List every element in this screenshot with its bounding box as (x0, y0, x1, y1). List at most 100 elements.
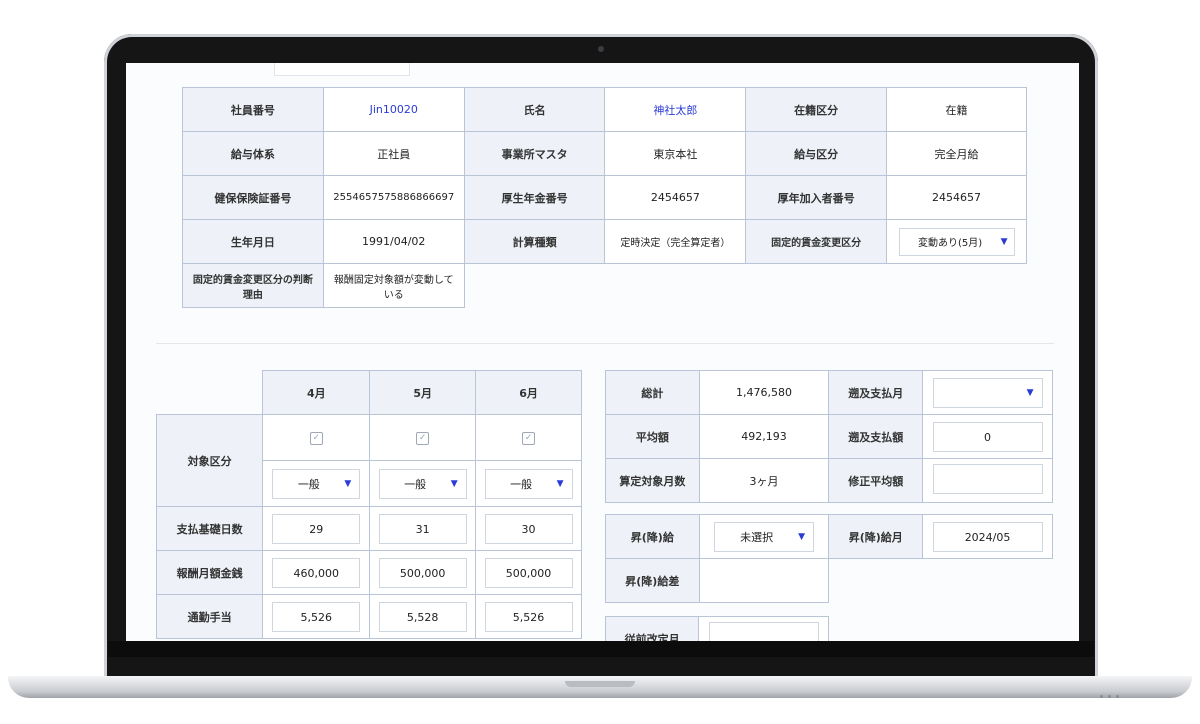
table-row: 4月 5月 6月 (157, 370, 582, 415)
wage-change-select[interactable]: 変動あり(5月) ▼ (898, 227, 1015, 256)
salary-system-value: 正社員 (322, 131, 465, 176)
commute-allowance-input[interactable]: 5,528 (378, 601, 467, 632)
laptop-base (8, 676, 1192, 698)
office-master-label: 事業所マスタ (463, 131, 606, 176)
total-value: 1,476,580 (698, 370, 830, 415)
salary-system-label: 給与体系 (182, 131, 324, 176)
months-count-value: 3ヶ月 (698, 458, 830, 503)
enrollment-label: 在籍区分 (745, 87, 887, 132)
category-value: 一般 (404, 477, 427, 491)
table-row: 総計 1,476,580 遡及支払月 ▼ (605, 370, 1053, 415)
commute-allowance-input[interactable]: 5,526 (272, 601, 361, 632)
health-insurance-label: 健保保険証番号 (182, 175, 324, 220)
table-row: 健保保険証番号 2554657575886866697 厚生年金番号 24546… (182, 175, 1027, 220)
employee-number-link[interactable]: Jin10020 (322, 87, 465, 132)
salary-class-value: 完全月給 (886, 131, 1027, 176)
chevron-down-icon: ▼ (344, 478, 352, 489)
category-value: 一般 (297, 477, 320, 491)
raise-diff-label: 昇(降)給差 (605, 558, 700, 603)
birthdate-value: 1991/04/02 (322, 219, 465, 264)
category-value: 一般 (510, 477, 533, 491)
raise-diff-value (698, 558, 830, 603)
calc-type-value: 定時決定（完全算定者） (604, 219, 747, 264)
reason-value: 報酬固定対象額が変動している (322, 263, 465, 308)
employee-info-table: 社員番号 Jin10020 氏名 神社太郎 在籍区分 在籍 給与体系 正社員 事… (182, 87, 1027, 308)
table-row: 算定対象月数 3ヶ月 修正平均額 (605, 458, 1053, 503)
retro-amount-label: 遡及支払額 (828, 414, 924, 459)
target-checkbox[interactable]: ✓ (416, 432, 430, 445)
raise-table: 昇(降)給 未選択 ▼ 昇(降)給月 2024/05 昇(降)給差 (605, 514, 1053, 603)
speaker-dots (1100, 683, 1140, 698)
table-row: 平均額 492,193 遡及支払額 0 (605, 414, 1053, 459)
raise-month-label: 昇(降)給月 (828, 514, 924, 559)
table-row: 昇(降)給 未選択 ▼ 昇(降)給月 2024/05 (605, 514, 1053, 559)
average-label: 平均額 (605, 414, 700, 459)
month-header: 4月 (262, 370, 371, 415)
target-class-label: 対象区分 (155, 414, 264, 507)
payment-days-input[interactable]: 31 (378, 513, 467, 544)
payment-days-input[interactable]: 29 (272, 513, 361, 544)
table-row: 支払基礎日数 29 31 30 (155, 506, 582, 551)
table-row: 生年月日 1991/04/02 計算種類 定時決定（完全算定者） 固定的賃金変更… (182, 219, 1027, 264)
pension-member-value: 2454657 (886, 175, 1027, 220)
wage-change-cell: 変動あり(5月) ▼ (886, 219, 1027, 264)
pension-number-value: 2454657 (604, 175, 747, 220)
table-row: 通勤手当 5,526 5,528 5,526 (155, 594, 582, 639)
revision-month-label: 従前改定月 (604, 616, 700, 641)
target-checkbox[interactable]: ✓ (309, 432, 323, 445)
chevron-down-icon: ▼ (556, 478, 564, 489)
raise-label: 昇(降)給 (605, 514, 700, 559)
row-label: 支払基礎日数 (155, 506, 264, 551)
table-row: 対象区分 ✓ ✓ ✓ (155, 414, 582, 507)
health-insurance-value: 2554657575886866697 (322, 175, 465, 220)
table-row: 固定的賃金変更区分の判断理由 報酬固定対象額が変動している (182, 263, 1027, 308)
table-row: 従前改定月 (604, 616, 829, 641)
revision-month-input[interactable] (708, 622, 819, 641)
summary-table: 総計 1,476,580 遡及支払月 ▼ 平均額 492,193 遡及支払額 0… (605, 370, 1053, 503)
monthly-pay-input[interactable]: 460,000 (272, 557, 361, 588)
salary-class-label: 給与区分 (745, 131, 887, 176)
calc-type-label: 計算種類 (463, 219, 606, 264)
section-divider (156, 343, 1054, 344)
category-select[interactable]: 一般 ▼ (272, 468, 361, 499)
chevron-down-icon: ▼ (1000, 236, 1008, 247)
name-label: 氏名 (463, 87, 606, 132)
screen-bezel (108, 641, 1094, 657)
month-header: 6月 (475, 370, 582, 415)
trackpad-notch (565, 681, 635, 687)
corrected-average-input[interactable] (932, 464, 1043, 494)
birthdate-label: 生年月日 (182, 219, 324, 264)
wage-change-label: 固定的賃金変更区分 (745, 219, 887, 264)
wage-change-value: 変動あり(5月) (917, 238, 983, 249)
retro-amount-input[interactable]: 0 (932, 421, 1043, 452)
pension-number-label: 厚生年金番号 (463, 175, 606, 220)
months-count-label: 算定対象月数 (605, 458, 700, 503)
corrected-average-label: 修正平均額 (828, 458, 924, 503)
commute-allowance-input[interactable]: 5,526 (484, 601, 573, 632)
raise-month-input[interactable]: 2024/05 (932, 521, 1043, 552)
target-checkbox[interactable]: ✓ (522, 432, 536, 445)
category-select[interactable]: 一般 ▼ (484, 468, 573, 499)
employee-name-link[interactable]: 神社太郎 (604, 87, 747, 132)
category-select[interactable]: 一般 ▼ (378, 468, 467, 499)
retro-month-label: 遡及支払月 (828, 370, 924, 415)
table-row: 給与体系 正社員 事業所マスタ 東京本社 給与区分 完全月給 (182, 131, 1027, 176)
monthly-table: 4月 5月 6月 対象区分 ✓ ✓ ✓ 一般 ▼ 一般 ▼ 一般 ▼ 支払基礎日数 2… (155, 370, 582, 639)
raise-select[interactable]: 未選択 ▼ (714, 521, 815, 552)
payment-days-input[interactable]: 30 (484, 513, 573, 544)
enrollment-value: 在籍 (886, 87, 1027, 132)
raise-value: 未選択 (740, 530, 774, 544)
chevron-down-icon: ▼ (798, 531, 806, 542)
monthly-pay-input[interactable]: 500,000 (378, 557, 467, 588)
office-master-value: 東京本社 (604, 131, 747, 176)
app-screen: 社員番号 Jin10020 氏名 神社太郎 在籍区分 在籍 給与体系 正社員 事… (126, 63, 1079, 641)
monthly-pay-input[interactable]: 500,000 (484, 557, 573, 588)
row-label: 通勤手当 (155, 594, 264, 639)
pension-member-label: 厚年加入者番号 (745, 175, 887, 220)
revision-table: 従前改定月 (604, 616, 829, 641)
retro-month-select[interactable]: ▼ (932, 377, 1043, 408)
reason-label: 固定的賃金変更区分の判断理由 (182, 263, 324, 308)
month-header: 5月 (369, 370, 477, 415)
table-row: 社員番号 Jin10020 氏名 神社太郎 在籍区分 在籍 (182, 87, 1027, 132)
table-row: 報酬月額金銭 460,000 500,000 500,000 (155, 550, 582, 595)
